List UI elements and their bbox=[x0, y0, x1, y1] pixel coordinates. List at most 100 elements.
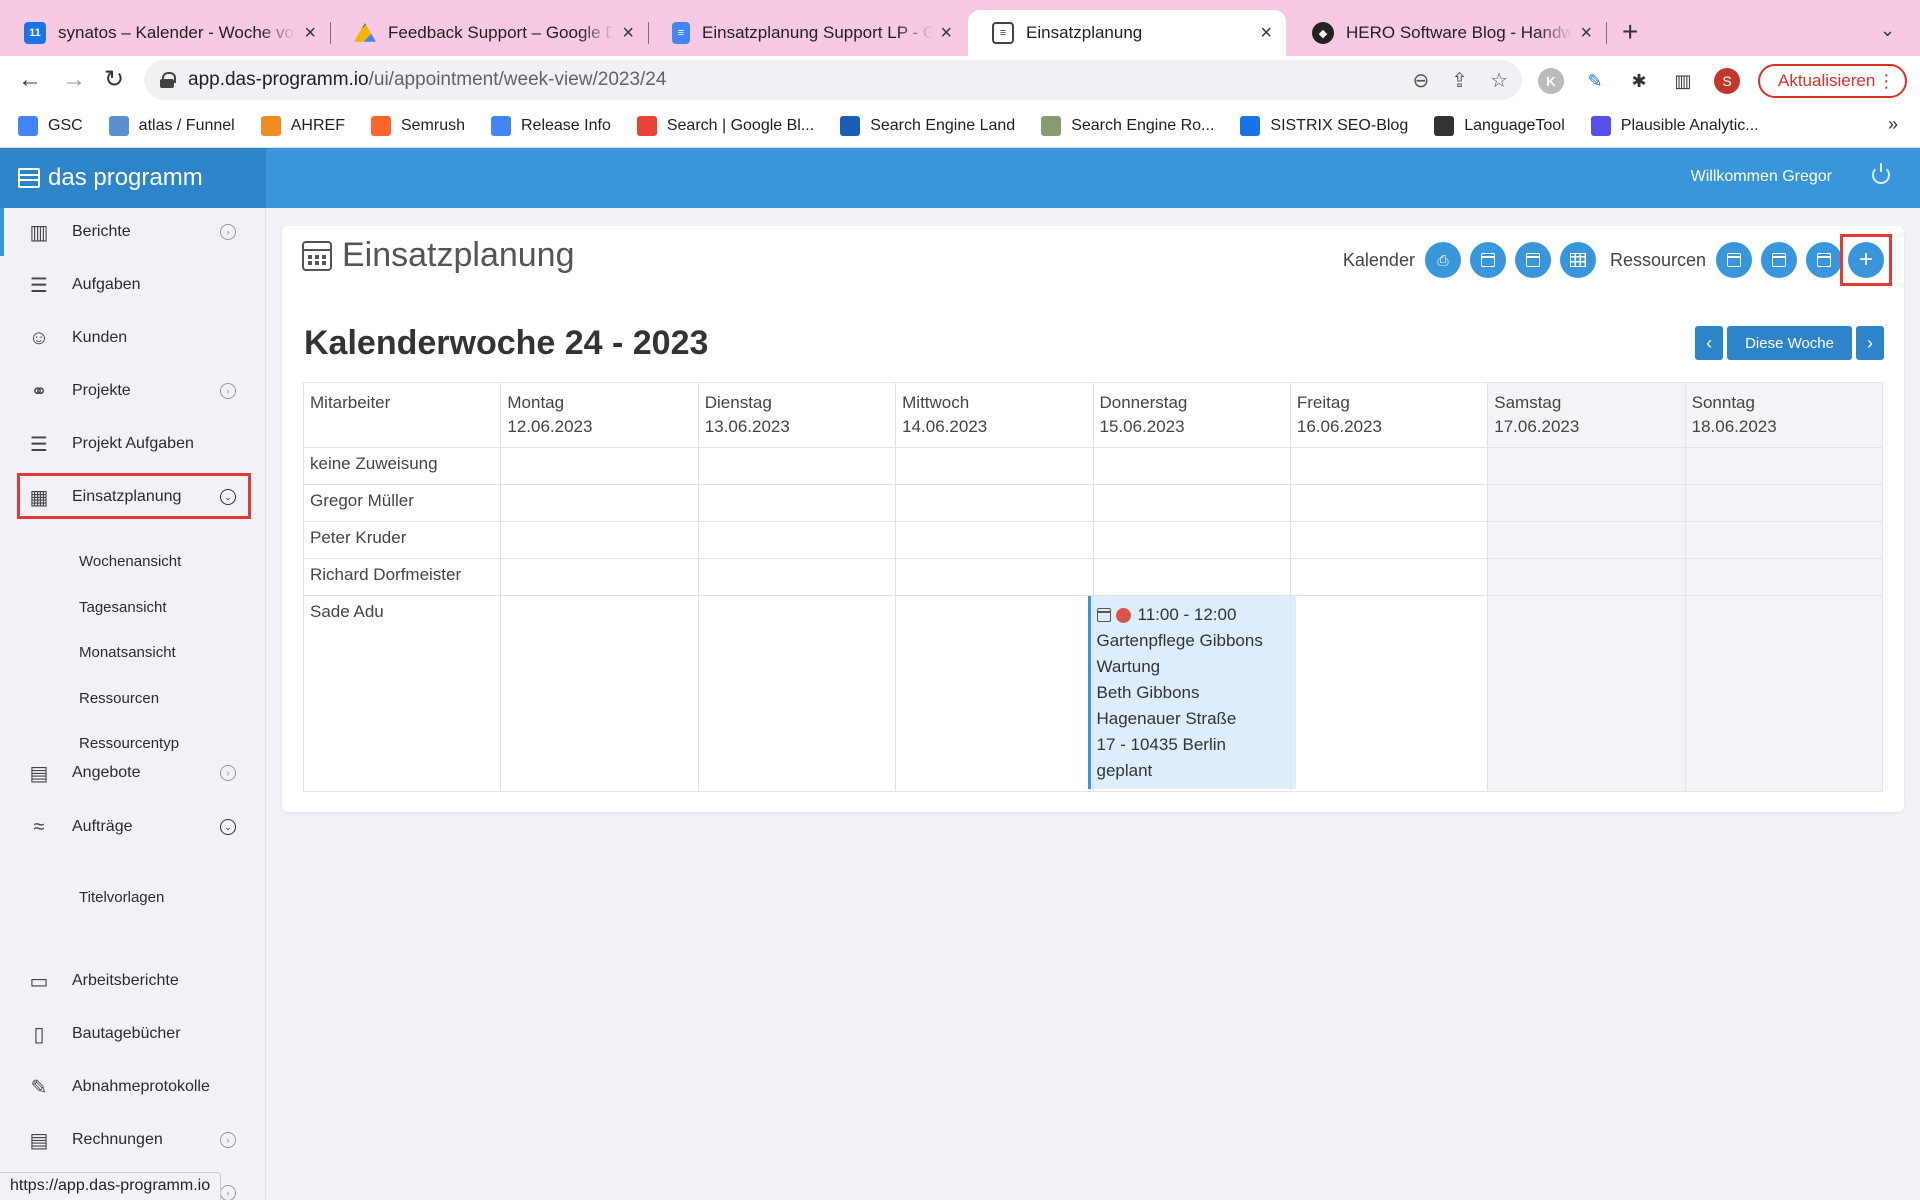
close-icon[interactable]: × bbox=[1260, 22, 1272, 45]
sidebar-subitem-ressourcentyp[interactable]: Ressourcentyp bbox=[79, 735, 179, 752]
sidebar-item-projekte[interactable]: ⚭ Projekte › bbox=[0, 367, 265, 415]
sidebar-subitem-titelvorlagen[interactable]: Titelvorlagen bbox=[79, 889, 164, 906]
day-cell[interactable] bbox=[895, 595, 1094, 792]
bookmark-item[interactable]: Search | Google Bl... bbox=[636, 115, 814, 136]
reload-icon[interactable]: ↻ bbox=[104, 66, 124, 94]
day-cell[interactable] bbox=[1684, 484, 1884, 522]
day-cell[interactable] bbox=[1684, 595, 1884, 792]
sidebar-item-abnahmeprotokolle[interactable]: ✎ Abnahmeprotokolle bbox=[0, 1063, 265, 1111]
day-cell[interactable] bbox=[1487, 447, 1686, 485]
sidebar-subitem-ressourcen[interactable]: Ressourcen bbox=[79, 690, 159, 707]
bookmark-item[interactable]: Release Info bbox=[491, 115, 611, 136]
day-cell[interactable] bbox=[895, 447, 1094, 485]
sidebar-subitem-tagesansicht[interactable]: Tagesansicht bbox=[79, 599, 167, 616]
url-text[interactable]: app.das-programm.io/ui/appointment/week-… bbox=[188, 69, 666, 91]
day-cell[interactable] bbox=[1487, 595, 1686, 792]
power-icon[interactable] bbox=[1872, 163, 1890, 184]
bookmark-item[interactable]: Search Engine Ro... bbox=[1041, 115, 1214, 136]
day-cell[interactable] bbox=[1487, 558, 1686, 596]
day-cell[interactable] bbox=[1289, 595, 1489, 792]
day-cell[interactable] bbox=[1487, 484, 1686, 522]
sidebar-item-kunden[interactable]: ☺ Kunden bbox=[0, 314, 265, 362]
day-cell[interactable] bbox=[1684, 558, 1884, 596]
bookmark-item[interactable]: AHREF bbox=[260, 115, 345, 136]
day-cell[interactable] bbox=[697, 558, 897, 596]
day-cell[interactable] bbox=[697, 484, 897, 522]
chevron-right-icon[interactable]: › bbox=[220, 1132, 236, 1148]
close-icon[interactable]: × bbox=[1580, 22, 1592, 45]
address-bar[interactable]: app.das-programm.io/ui/appointment/week-… bbox=[144, 60, 1522, 100]
day-cell[interactable] bbox=[895, 558, 1094, 596]
sidebar-item-rechnungen[interactable]: ▤ Rechnungen › bbox=[0, 1116, 265, 1164]
day-cell[interactable] bbox=[895, 521, 1094, 559]
brand-logo[interactable]: das programm bbox=[0, 148, 266, 208]
chevron-right-icon[interactable]: › bbox=[220, 765, 236, 781]
sidebar-item-aufträge[interactable]: ≈ Aufträge ⌄ bbox=[0, 803, 265, 851]
calendar-day-view-button[interactable] bbox=[1469, 242, 1506, 278]
calendar-pdf-button[interactable]: ⎙ bbox=[1424, 242, 1461, 278]
day-cell[interactable] bbox=[1289, 484, 1489, 522]
day-cell[interactable] bbox=[500, 558, 699, 596]
day-cell[interactable] bbox=[697, 447, 897, 485]
day-cell[interactable] bbox=[1487, 521, 1686, 559]
resources-day-button[interactable] bbox=[1716, 242, 1752, 278]
day-cell[interactable] bbox=[895, 484, 1094, 522]
browser-tab-3-active[interactable]: ≡ Einsatzplanung × bbox=[968, 10, 1286, 56]
profile-avatar[interactable]: S bbox=[1714, 68, 1740, 94]
sidebar-item-angebote[interactable]: ▤ Angebote › bbox=[0, 749, 265, 797]
update-button[interactable]: Aktualisieren ⋮ bbox=[1758, 64, 1908, 98]
browser-tab-0[interactable]: 11 synatos – Kalender - Woche vom × bbox=[0, 10, 330, 56]
browser-tab-4[interactable]: ◆ HERO Software Blog - Handwerk × bbox=[1288, 10, 1606, 56]
sidebar-subitem-monatsansicht[interactable]: Monatsansicht bbox=[79, 644, 176, 661]
lock-icon[interactable] bbox=[160, 72, 176, 88]
this-week-button[interactable]: Diese Woche bbox=[1727, 326, 1852, 360]
day-cell[interactable] bbox=[697, 521, 897, 559]
pen-extension-icon[interactable]: ✎ bbox=[1582, 68, 1608, 94]
day-cell[interactable] bbox=[500, 447, 699, 485]
day-cell[interactable] bbox=[500, 595, 699, 792]
more-vertical-icon[interactable]: ⋮ bbox=[1877, 72, 1895, 90]
day-cell[interactable] bbox=[500, 521, 699, 559]
back-arrow-icon[interactable]: ← bbox=[18, 66, 42, 94]
browser-tab-1[interactable]: Feedback Support – Google Drive × bbox=[330, 10, 648, 56]
close-icon[interactable]: × bbox=[304, 22, 316, 45]
day-cell[interactable] bbox=[1092, 484, 1291, 522]
bookmark-item[interactable]: SISTRIX SEO-Blog bbox=[1240, 115, 1408, 136]
day-cell[interactable] bbox=[697, 595, 897, 792]
bookmark-item[interactable]: Search Engine Land bbox=[840, 115, 1015, 136]
day-cell[interactable] bbox=[1092, 521, 1291, 559]
tab-search-chevron-icon[interactable]: ⌄ bbox=[1880, 20, 1895, 41]
day-cell[interactable]: 11:00 - 12:00 Gartenpflege Gibbons Wartung… bbox=[1087, 595, 1296, 792]
calendar-table-view-button[interactable] bbox=[1559, 242, 1596, 278]
chevron-right-icon[interactable]: › bbox=[220, 383, 236, 399]
bookmark-item[interactable]: LanguageTool bbox=[1434, 115, 1565, 136]
day-cell[interactable] bbox=[1092, 558, 1291, 596]
previous-week-button[interactable]: ‹ bbox=[1695, 326, 1724, 360]
calendar-week-view-button[interactable] bbox=[1514, 242, 1551, 278]
day-cell[interactable] bbox=[500, 484, 699, 522]
bookmarks-more-icon[interactable]: » bbox=[1888, 114, 1898, 135]
sidebar-subitem-wochenansicht[interactable]: Wochenansicht bbox=[79, 553, 181, 570]
extension-k-icon[interactable]: K bbox=[1538, 68, 1564, 94]
chevron-down-icon[interactable]: ⌄ bbox=[220, 819, 236, 835]
zoom-icon[interactable]: ⊖ bbox=[1413, 68, 1430, 93]
sidebar-item-berichte[interactable]: ▥ Berichte › bbox=[0, 208, 265, 256]
resources-week-button[interactable] bbox=[1761, 242, 1797, 278]
side-panel-icon[interactable]: ▥ bbox=[1670, 68, 1696, 94]
close-icon[interactable]: × bbox=[622, 22, 634, 45]
sidebar-item-arbeitsberichte[interactable]: ▭ Arbeitsberichte bbox=[0, 957, 265, 1005]
bookmark-item[interactable]: Semrush bbox=[370, 115, 465, 136]
bookmark-item[interactable]: GSC bbox=[18, 115, 83, 136]
bookmark-star-icon[interactable]: ☆ bbox=[1490, 68, 1508, 93]
chevron-right-icon[interactable]: › bbox=[220, 224, 236, 240]
share-icon[interactable]: ⇪ bbox=[1451, 68, 1468, 93]
next-week-button[interactable]: › bbox=[1856, 326, 1884, 360]
browser-tab-2[interactable]: ≡ Einsatzplanung Support LP - Google × bbox=[648, 10, 966, 56]
day-cell[interactable] bbox=[1289, 558, 1489, 596]
chevron-right-icon[interactable]: › bbox=[220, 1185, 236, 1200]
sidebar-item-bautagebücher[interactable]: ▯ Bautagebücher bbox=[0, 1010, 265, 1058]
close-icon[interactable]: × bbox=[940, 22, 952, 45]
sidebar-item-projekt-aufgaben[interactable]: ☰ Projekt Aufgaben bbox=[0, 420, 265, 468]
day-cell[interactable] bbox=[1684, 447, 1884, 485]
day-cell[interactable] bbox=[1289, 521, 1489, 559]
